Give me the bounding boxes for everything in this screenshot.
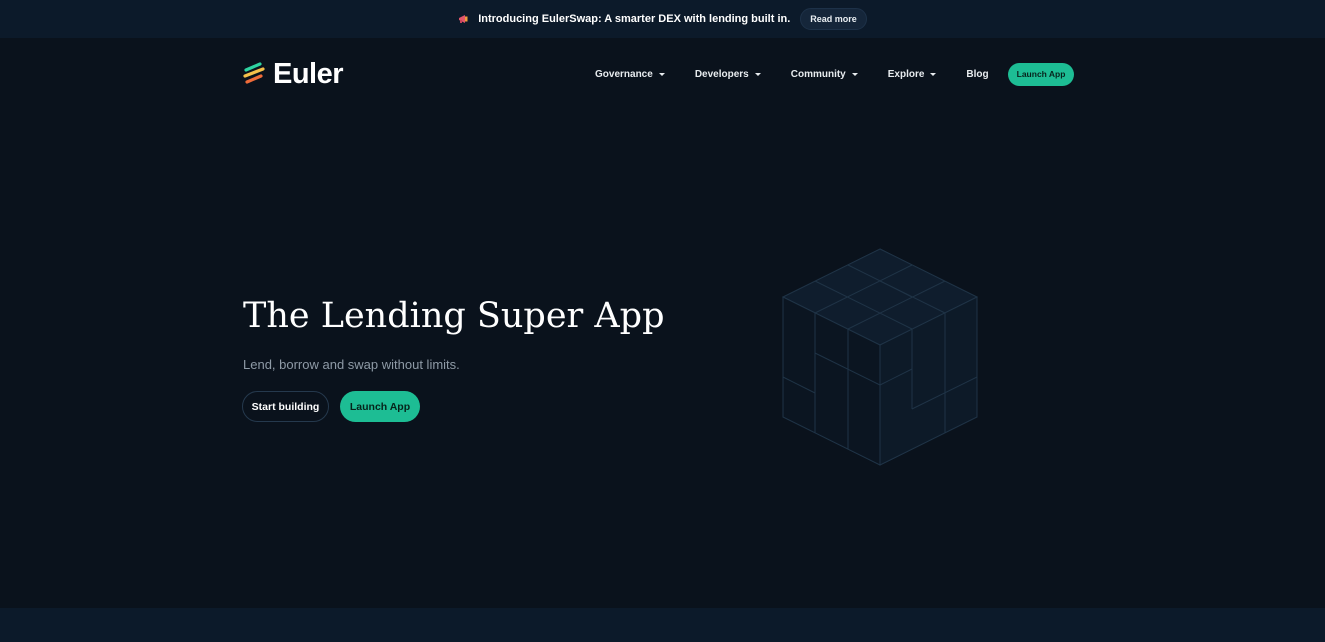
hero-title: The Lending Super App: [243, 296, 665, 336]
nav-community-label: Community: [790, 68, 846, 80]
read-more-button[interactable]: Read more: [800, 8, 867, 30]
nav-blog-label: Blog: [966, 68, 989, 80]
megaphone-icon: [459, 15, 468, 23]
start-building-button[interactable]: Start building: [242, 391, 329, 422]
euler-logo[interactable]: Euler: [243, 57, 344, 90]
isometric-cube-illustration: [781, 248, 979, 466]
chevron-down-icon: [930, 72, 937, 76]
chevron-down-icon: [851, 72, 858, 76]
nav-blog[interactable]: Blog: [951, 62, 1003, 86]
announcement-text: Introducing EulerSwap: A smarter DEX wit…: [478, 13, 791, 25]
site-header: Euler Governance Developers Community Ex…: [0, 38, 1325, 110]
nav-community[interactable]: Community: [776, 62, 873, 86]
chevron-down-icon: [658, 72, 665, 76]
euler-logo-mark: [243, 62, 265, 84]
announcement-bar: Introducing EulerSwap: A smarter DEX wit…: [0, 0, 1325, 38]
logo-wordmark: Euler: [273, 57, 344, 90]
nav-developers[interactable]: Developers: [680, 62, 776, 86]
nav-governance-label: Governance: [595, 68, 653, 80]
hero-subtitle: Lend, borrow and swap without limits.: [243, 357, 460, 372]
nav-governance[interactable]: Governance: [580, 62, 680, 86]
chevron-down-icon: [754, 72, 761, 76]
main-nav: Governance Developers Community Explore …: [580, 62, 1075, 86]
nav-developers-label: Developers: [694, 68, 749, 80]
header-launch-app-button[interactable]: Launch App: [1007, 62, 1075, 86]
nav-explore-label: Explore: [887, 68, 925, 80]
hero-launch-app-button[interactable]: Launch App: [340, 391, 420, 422]
next-section-band: [0, 608, 1325, 642]
nav-explore[interactable]: Explore: [873, 62, 952, 86]
